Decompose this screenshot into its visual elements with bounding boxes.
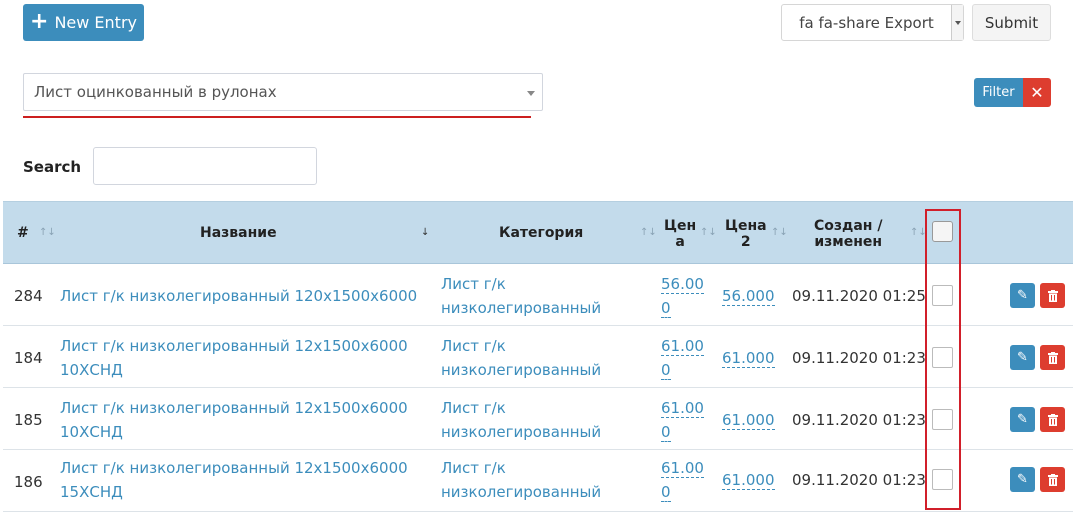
sort-icon[interactable]: ↑↓ <box>39 227 56 238</box>
row-category-link[interactable]: Лист г/к низколегированный <box>441 272 601 320</box>
new-entry-button[interactable]: + New Entry <box>23 4 144 41</box>
search-label: Search <box>23 158 82 176</box>
row-date: 09.11.2020 01:23 <box>792 471 926 489</box>
edit-button[interactable]: ✎ <box>1010 345 1035 370</box>
row-price-line1: 56.00 <box>661 275 704 294</box>
row-name-line2: 10ХСНД <box>60 361 123 379</box>
new-entry-label: New Entry <box>54 13 137 32</box>
clear-filter-button[interactable]: ✕ <box>1023 78 1051 107</box>
col-header-date-line1: Создан / <box>814 218 883 234</box>
row-price-editable[interactable]: 56.00 0 <box>661 272 704 320</box>
row-category-line2: низколегированный <box>441 299 602 317</box>
row-category-line1: Лист г/к <box>441 337 506 355</box>
row-price2-editable[interactable]: 61.000 <box>722 349 775 368</box>
row-name-line2: 15ХСНД <box>60 483 123 501</box>
plus-icon: + <box>30 8 49 34</box>
row-price-line1: 61.00 <box>661 337 704 356</box>
trash-icon <box>1047 351 1058 364</box>
row-name-line1: Лист г/к низколегированный 12х1500х6000 <box>60 399 408 417</box>
col-header-price2[interactable]: Цена 2 <box>725 218 767 250</box>
row-price-editable[interactable]: 61.00 0 <box>661 456 704 504</box>
row-name-link[interactable]: Лист г/к низколегированный 12х1500х6000 … <box>60 334 408 382</box>
trash-icon <box>1047 289 1058 302</box>
row-price2-editable[interactable]: 56.000 <box>722 287 775 306</box>
row-id: 284 <box>14 287 43 305</box>
checkbox-column-highlight <box>925 209 961 510</box>
row-name-line1: Лист г/к низколегированный 12х1500х6000 <box>60 459 408 477</box>
edit-button[interactable]: ✎ <box>1010 407 1035 432</box>
chevron-down-icon <box>527 91 535 96</box>
row-name-line1: Лист г/к низколегированный 12х1500х6000 <box>60 337 408 355</box>
row-id: 185 <box>14 411 43 429</box>
row-price-line2: 0 <box>661 299 671 318</box>
delete-button[interactable] <box>1040 467 1065 492</box>
sort-desc-icon[interactable]: ↓ <box>421 227 429 238</box>
category-select[interactable]: Лист оцинкованный в рулонах <box>23 73 543 111</box>
col-header-date[interactable]: Создан / изменен <box>814 218 882 250</box>
delete-button[interactable] <box>1040 407 1065 432</box>
sort-icon[interactable]: ↑↓ <box>640 227 657 238</box>
row-id: 186 <box>14 473 43 491</box>
export-label: fa fa-share Export <box>799 13 934 32</box>
row-date: 09.11.2020 01:23 <box>792 349 926 367</box>
delete-button[interactable] <box>1040 345 1065 370</box>
col-header-category[interactable]: Категория <box>499 225 583 241</box>
pencil-icon: ✎ <box>1017 288 1028 303</box>
row-price-line1: 61.00 <box>661 399 704 418</box>
row-name-link[interactable]: Лист г/к низколегированный 12х1500х6000 … <box>60 456 408 504</box>
pencil-icon: ✎ <box>1017 412 1028 427</box>
row-price-line1: 61.00 <box>661 459 704 478</box>
col-header-price-line1: Цен <box>664 218 697 234</box>
row-price-editable[interactable]: 61.00 0 <box>661 334 704 382</box>
col-header-date-line2: изменен <box>814 234 883 250</box>
filter-button[interactable]: Filter <box>974 78 1023 107</box>
col-header-name[interactable]: Название <box>200 225 277 241</box>
row-name-link[interactable]: Лист г/к низколегированный 12х1500х6000 … <box>60 396 408 444</box>
search-input[interactable] <box>93 147 317 185</box>
pencil-icon: ✎ <box>1017 472 1028 487</box>
col-header-id[interactable]: # <box>17 225 29 241</box>
col-header-price[interactable]: Цен а <box>664 218 696 250</box>
row-price-line2: 0 <box>661 423 671 442</box>
row-category-line2: низколегированный <box>441 361 602 379</box>
row-name-link[interactable]: Лист г/к низколегированный 120х1500х6000 <box>60 284 417 308</box>
row-date: 09.11.2020 01:23 <box>792 411 926 429</box>
sort-icon[interactable]: ↑↓ <box>771 227 788 238</box>
delete-button[interactable] <box>1040 283 1065 308</box>
select-underline <box>23 116 531 118</box>
trash-icon <box>1047 413 1058 426</box>
row-id: 184 <box>14 349 43 367</box>
row-category-link[interactable]: Лист г/к низколегированный <box>441 456 601 504</box>
row-category-line1: Лист г/к <box>441 399 506 417</box>
row-category-link[interactable]: Лист г/к низколегированный <box>441 396 601 444</box>
row-category-line2: низколегированный <box>441 483 602 501</box>
row-date: 09.11.2020 01:25 <box>792 287 926 305</box>
submit-button[interactable]: Submit <box>972 4 1051 41</box>
col-header-price-line2: а <box>675 234 685 250</box>
row-price2-editable[interactable]: 61.000 <box>722 471 775 490</box>
row-category-line1: Лист г/к <box>441 275 506 293</box>
row-category-line1: Лист г/к <box>441 459 506 477</box>
trash-icon <box>1047 473 1058 486</box>
row-category-link[interactable]: Лист г/к низколегированный <box>441 334 601 382</box>
caret-down-icon[interactable] <box>951 5 963 40</box>
pencil-icon: ✎ <box>1017 350 1028 365</box>
sort-icon[interactable]: ↑↓ <box>700 227 717 238</box>
edit-button[interactable]: ✎ <box>1010 283 1035 308</box>
col-header-price2-line2: 2 <box>740 234 751 250</box>
row-name-line2: 10ХСНД <box>60 423 123 441</box>
row-price2-editable[interactable]: 61.000 <box>722 411 775 430</box>
edit-button[interactable]: ✎ <box>1010 467 1035 492</box>
close-icon: ✕ <box>1030 83 1044 102</box>
export-dropdown[interactable]: fa fa-share Export <box>781 4 964 41</box>
row-price-line2: 0 <box>661 361 671 380</box>
col-header-price2-line1: Цена <box>725 218 767 234</box>
row-price-line2: 0 <box>661 483 671 502</box>
row-category-line2: низколегированный <box>441 423 602 441</box>
category-select-value: Лист оцинкованный в рулонах <box>34 83 277 101</box>
row-price-editable[interactable]: 61.00 0 <box>661 396 704 444</box>
